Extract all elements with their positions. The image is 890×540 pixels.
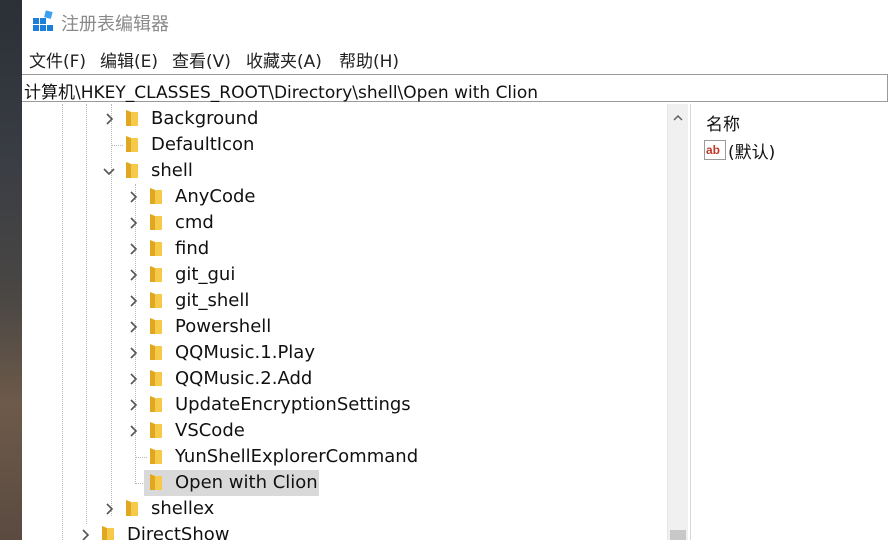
tree-guide-line: [62, 104, 63, 540]
tree-item-shell[interactable]: shell: [151, 159, 193, 183]
menu-file[interactable]: 文件(F): [29, 47, 86, 72]
tree-item-qqmusic-add[interactable]: QQMusic.2.Add: [175, 367, 312, 391]
registry-editor-icon: [33, 10, 53, 31]
address-bar[interactable]: 计算机\HKEY_CLASSES_ROOT\Directory\shell\Op…: [22, 74, 888, 103]
chevron-right-icon[interactable]: [127, 242, 141, 256]
folder-icon: [150, 396, 162, 412]
tree-item-updateencryptionsettings[interactable]: UpdateEncryptionSettings: [175, 393, 411, 417]
chevron-right-icon[interactable]: [127, 190, 141, 204]
menu-bar: 文件(F) 编辑(E) 查看(V) 收藏夹(A) 帮助(H): [22, 44, 890, 72]
string-value-icon: ab: [704, 140, 726, 160]
chevron-right-icon[interactable]: [127, 320, 141, 334]
key-tree-pane[interactable]: Background DefaultIcon shell AnyCode cmd…: [22, 104, 667, 540]
tree-item-directshow[interactable]: DirectShow: [127, 523, 229, 540]
menu-help[interactable]: 帮助(H): [339, 47, 399, 72]
value-name-default[interactable]: (默认): [728, 138, 775, 163]
scrollbar-thumb[interactable]: [670, 530, 686, 540]
tree-item-cmd[interactable]: cmd: [175, 211, 214, 235]
menu-view[interactable]: 查看(V): [172, 47, 231, 72]
tree-item-defaulticon[interactable]: DefaultIcon: [151, 133, 254, 157]
chevron-right-icon[interactable]: [127, 398, 141, 412]
tree-item-git-gui[interactable]: git_gui: [175, 263, 235, 287]
tree-item-powershell[interactable]: Powershell: [175, 315, 271, 339]
registry-editor-window: 注册表编辑器 文件(F) 编辑(E) 查看(V) 收藏夹(A) 帮助(H) 计算…: [22, 0, 890, 540]
folder-icon: [150, 188, 162, 204]
tree-item-find[interactable]: find: [175, 237, 209, 261]
tree-item-vscode[interactable]: VSCode: [175, 419, 245, 443]
chevron-right-icon[interactable]: [79, 528, 93, 540]
chevron-right-icon[interactable]: [127, 268, 141, 282]
folder-icon: [150, 214, 162, 230]
folder-icon: [150, 474, 162, 490]
folder-icon: [150, 344, 162, 360]
chevron-right-icon[interactable]: [127, 346, 141, 360]
folder-icon: [150, 292, 162, 308]
value-row[interactable]: ab (默认): [704, 138, 775, 163]
folder-icon: [126, 110, 138, 126]
chevron-right-icon[interactable]: [103, 502, 117, 516]
folder-icon: [126, 136, 138, 152]
folder-icon: [126, 162, 138, 178]
tree-guide-line: [111, 145, 123, 146]
scroll-up-icon[interactable]: [672, 112, 684, 124]
folder-icon: [150, 422, 162, 438]
tree-guide-line: [86, 104, 87, 524]
title-bar[interactable]: 注册表编辑器: [22, 0, 890, 42]
menu-favorites[interactable]: 收藏夹(A): [246, 47, 322, 72]
svg-text:ab: ab: [706, 143, 720, 157]
menu-edit[interactable]: 编辑(E): [100, 47, 158, 72]
tree-item-git-shell[interactable]: git_shell: [175, 289, 249, 313]
tree-item-anycode[interactable]: AnyCode: [175, 185, 255, 209]
folder-icon: [150, 370, 162, 386]
tree-item-open-with-clion[interactable]: Open with Clion: [175, 471, 318, 495]
window-title: 注册表编辑器: [61, 14, 169, 35]
chevron-right-icon[interactable]: [103, 112, 117, 126]
values-pane[interactable]: 名称 ab (默认): [698, 104, 890, 540]
column-header-name[interactable]: 名称: [706, 110, 740, 135]
chevron-right-icon[interactable]: [127, 294, 141, 308]
folder-icon: [150, 318, 162, 334]
folder-icon: [150, 448, 162, 464]
address-path[interactable]: 计算机\HKEY_CLASSES_ROOT\Directory\shell\Op…: [24, 78, 538, 103]
folder-icon: [126, 500, 138, 516]
tree-item-background[interactable]: Background: [151, 107, 258, 131]
tree-item-qqmusic-play[interactable]: QQMusic.1.Play: [175, 341, 315, 365]
chevron-right-icon[interactable]: [127, 372, 141, 386]
tree-scrollbar[interactable]: [667, 104, 688, 540]
chevron-right-icon[interactable]: [127, 424, 141, 438]
folder-icon: [150, 266, 162, 282]
chevron-down-icon[interactable]: [102, 165, 116, 179]
folder-icon: [150, 240, 162, 256]
tree-item-yunshellexplorercommand[interactable]: YunShellExplorerCommand: [175, 445, 418, 469]
tree-guide-line: [135, 457, 147, 458]
tree-item-shellex[interactable]: shellex: [151, 497, 214, 521]
chevron-right-icon[interactable]: [127, 216, 141, 230]
folder-icon: [102, 526, 114, 540]
desktop-background: [0, 0, 22, 540]
